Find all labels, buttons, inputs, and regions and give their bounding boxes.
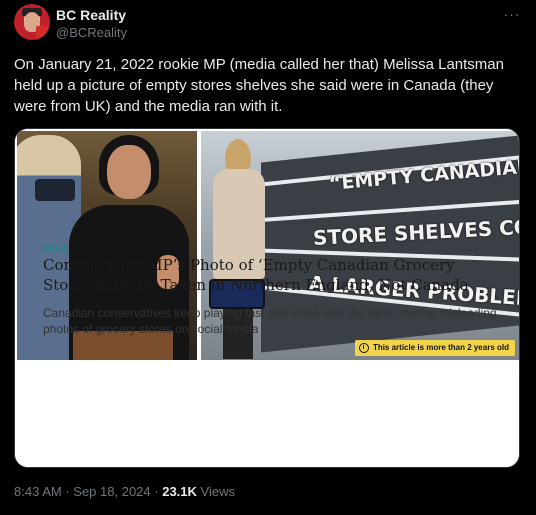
author-handle[interactable]: @BCReality — [56, 25, 127, 40]
views-label: Views — [200, 484, 235, 499]
tweet-text: On January 21, 2022 rookie MP (media cal… — [14, 56, 504, 115]
tweet-header: BC Reality @BCReality ··· — [14, 4, 522, 44]
more-horizontal-icon[interactable]: ··· — [502, 6, 522, 22]
speaker-face — [107, 145, 151, 199]
notice-text: This article is more than 2 years old — [372, 343, 509, 352]
author-name[interactable]: BC Reality — [56, 7, 126, 23]
views-count: 23.1K — [162, 484, 197, 499]
card-description: Canadian conservatives keep playing fast… — [43, 306, 497, 336]
avatar[interactable] — [14, 4, 50, 40]
card-body — [15, 362, 519, 467]
clock-icon — [358, 343, 369, 353]
tweet-meta: 8:43 AM · Sep 18, 2024 · 23.1K Views — [14, 484, 235, 499]
card-tag: NEWS — [43, 244, 69, 253]
link-card[interactable]: “EMPTY CANADIAN GROCERY STORE SHELVES CO… — [14, 128, 520, 468]
tweet-time[interactable]: 8:43 AM — [14, 484, 62, 499]
card-title[interactable]: Conservative MP’s Photo of ‘Empty Canadi… — [43, 255, 503, 295]
avatar-flag — [36, 26, 50, 40]
article-age-notice: This article is more than 2 years old — [354, 340, 515, 356]
tweet-date[interactable]: Sep 18, 2024 — [73, 484, 150, 499]
